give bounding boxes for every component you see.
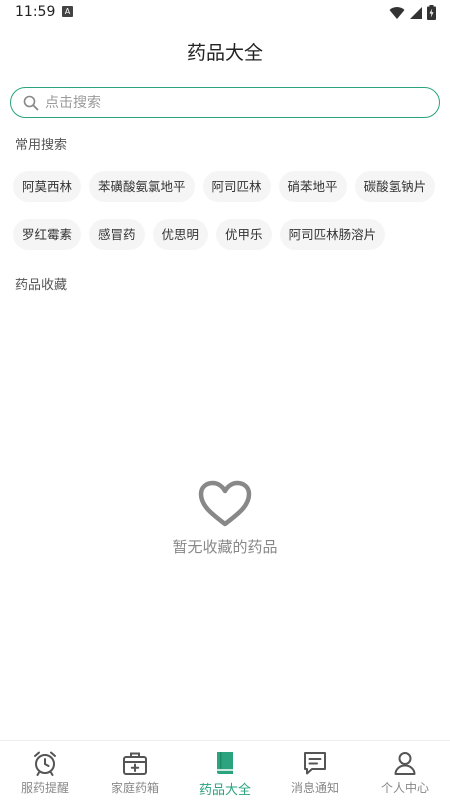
nav-item-drug-encyclopedia[interactable]: 药品大全 — [180, 741, 270, 801]
search-chip[interactable]: 苯磺酸氨氯地平 — [89, 171, 195, 202]
search-chip[interactable]: 碳酸氢钠片 — [354, 171, 436, 202]
status-indicators — [389, 5, 436, 20]
battery-icon — [427, 5, 436, 20]
bottom-nav: 服药提醒 家庭药箱 药品大全 消息通知 个人中心 — [0, 740, 450, 801]
search-chip[interactable]: 阿司匹林 — [202, 171, 271, 202]
search-chip[interactable]: 阿莫西林 — [13, 171, 82, 202]
favorites-empty-state: 暂无收藏的药品 — [0, 480, 450, 557]
nav-label: 药品大全 — [198, 783, 251, 798]
alarm-clock-icon — [34, 751, 56, 776]
page-title: 药品大全 — [186, 42, 263, 64]
nav-label: 家庭药箱 — [110, 781, 159, 795]
empty-text: 暂无收藏的药品 — [172, 538, 278, 556]
status-bar: 11:59 A — [0, 0, 450, 26]
common-search-label: 常用搜索 — [15, 138, 68, 153]
book-icon — [217, 752, 233, 774]
heart-icon — [198, 480, 252, 527]
favorites-label: 药品收藏 — [15, 278, 68, 293]
nav-item-medication-reminder[interactable]: 服药提醒 — [0, 741, 90, 801]
nav-label: 服药提醒 — [20, 781, 69, 795]
notification-badge-icon: A — [62, 6, 73, 17]
search-icon — [23, 95, 39, 110]
nav-item-personal-center[interactable]: 个人中心 — [360, 741, 450, 801]
common-search-chips-row2: 罗红霉素 感冒药 优思明 优甲乐 阿司匹林肠溶片 — [13, 219, 443, 250]
wifi-icon — [389, 6, 405, 19]
status-time: 11:59 — [15, 4, 56, 20]
common-search-chips-row1: 阿莫西林 苯磺酸氨氯地平 阿司匹林 硝苯地平 碳酸氢钠片 — [13, 171, 443, 202]
signal-icon — [410, 6, 422, 19]
search-chip[interactable]: 硝苯地平 — [278, 171, 347, 202]
search-chip[interactable]: 优思明 — [152, 219, 209, 250]
medicine-box-icon — [123, 752, 147, 775]
nav-label: 消息通知 — [290, 781, 339, 795]
search-bar[interactable] — [10, 87, 440, 118]
search-chip[interactable]: 阿司匹林肠溶片 — [279, 219, 386, 250]
nav-item-message-notification[interactable]: 消息通知 — [270, 741, 360, 801]
search-chip[interactable]: 优甲乐 — [216, 219, 272, 250]
nav-label: 个人中心 — [380, 781, 429, 795]
nav-item-family-medicine-box[interactable]: 家庭药箱 — [90, 741, 180, 801]
search-input[interactable] — [45, 94, 405, 111]
search-chip[interactable]: 罗红霉素 — [13, 219, 82, 250]
user-icon — [394, 752, 416, 775]
search-chip[interactable]: 感冒药 — [89, 219, 145, 250]
message-icon — [304, 752, 326, 775]
